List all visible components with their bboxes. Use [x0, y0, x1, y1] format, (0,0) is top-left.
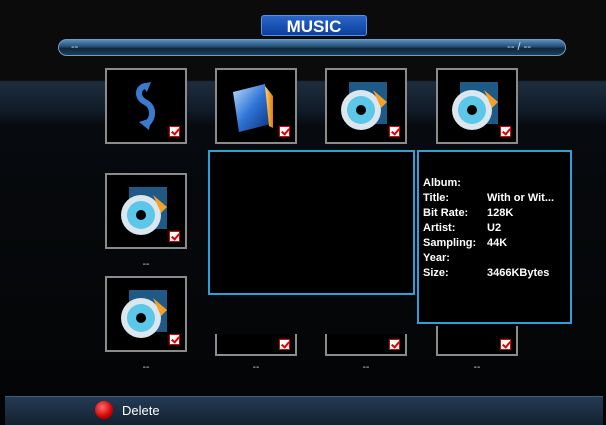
preview-pane — [208, 150, 415, 295]
checkbox-icon[interactable] — [500, 339, 511, 350]
grid-item-music-file-3[interactable] — [105, 173, 187, 249]
grid-item-caption: -- — [142, 362, 150, 373]
info-row-album: Album: — [423, 177, 461, 189]
red-button-icon[interactable] — [95, 401, 113, 419]
grid-item-music-file-2[interactable] — [436, 68, 518, 144]
checkbox-icon[interactable] — [169, 334, 180, 345]
grid-item-caption: -- — [473, 362, 481, 373]
music-cd-icon — [452, 82, 498, 130]
music-cd-icon — [121, 187, 167, 235]
info-row-sampling: Sampling: 44K — [423, 237, 508, 249]
grid-item-music-file-4[interactable] — [105, 276, 187, 352]
info-row-year: Year: — [423, 252, 450, 264]
progress-time: -- / -- — [507, 41, 531, 53]
grid-item-partial[interactable] — [215, 334, 297, 356]
folder-icon — [233, 84, 273, 132]
grid-item-caption: -- — [252, 362, 260, 373]
checkbox-icon[interactable] — [279, 126, 290, 137]
music-cd-icon — [341, 82, 387, 130]
grid-item-partial[interactable] — [325, 334, 407, 356]
music-cd-icon — [121, 290, 167, 338]
checkbox-icon[interactable] — [500, 126, 511, 137]
grid-item-folder[interactable] — [215, 68, 297, 144]
playback-progress-bar[interactable]: -- -- / -- — [58, 39, 566, 56]
grid-item-back[interactable] — [105, 68, 187, 144]
file-info-panel: Album: Title: With or Wit... Bit Rate: 128… — [417, 150, 572, 324]
page-title: MUSIC — [261, 15, 367, 36]
checkbox-icon[interactable] — [169, 126, 180, 137]
grid-item-caption: -- — [362, 362, 370, 373]
grid-item-partial[interactable] — [436, 326, 518, 356]
music-browser-screen: MUSIC -- -- / -- -- -- -- -- -- Album: T… — [0, 0, 606, 425]
file-info-table: Album: Title: With or Wit... Bit Rate: 128… — [423, 176, 554, 281]
progress-position: -- — [71, 41, 79, 53]
checkbox-icon[interactable] — [389, 339, 400, 350]
checkbox-icon[interactable] — [389, 126, 400, 137]
return-arrow-icon — [136, 82, 155, 130]
info-row-title: Title: With or Wit... — [423, 192, 555, 204]
info-row-bitrate: Bit Rate: 128K — [423, 207, 514, 219]
grid-item-caption: -- — [142, 259, 150, 270]
checkbox-icon[interactable] — [169, 231, 180, 242]
info-row-artist: Artist: U2 — [423, 222, 502, 234]
delete-label[interactable]: Delete — [122, 403, 160, 418]
info-row-size: Size: 3466KBytes — [423, 267, 550, 279]
checkbox-icon[interactable] — [279, 339, 290, 350]
grid-item-music-file-1[interactable] — [325, 68, 407, 144]
